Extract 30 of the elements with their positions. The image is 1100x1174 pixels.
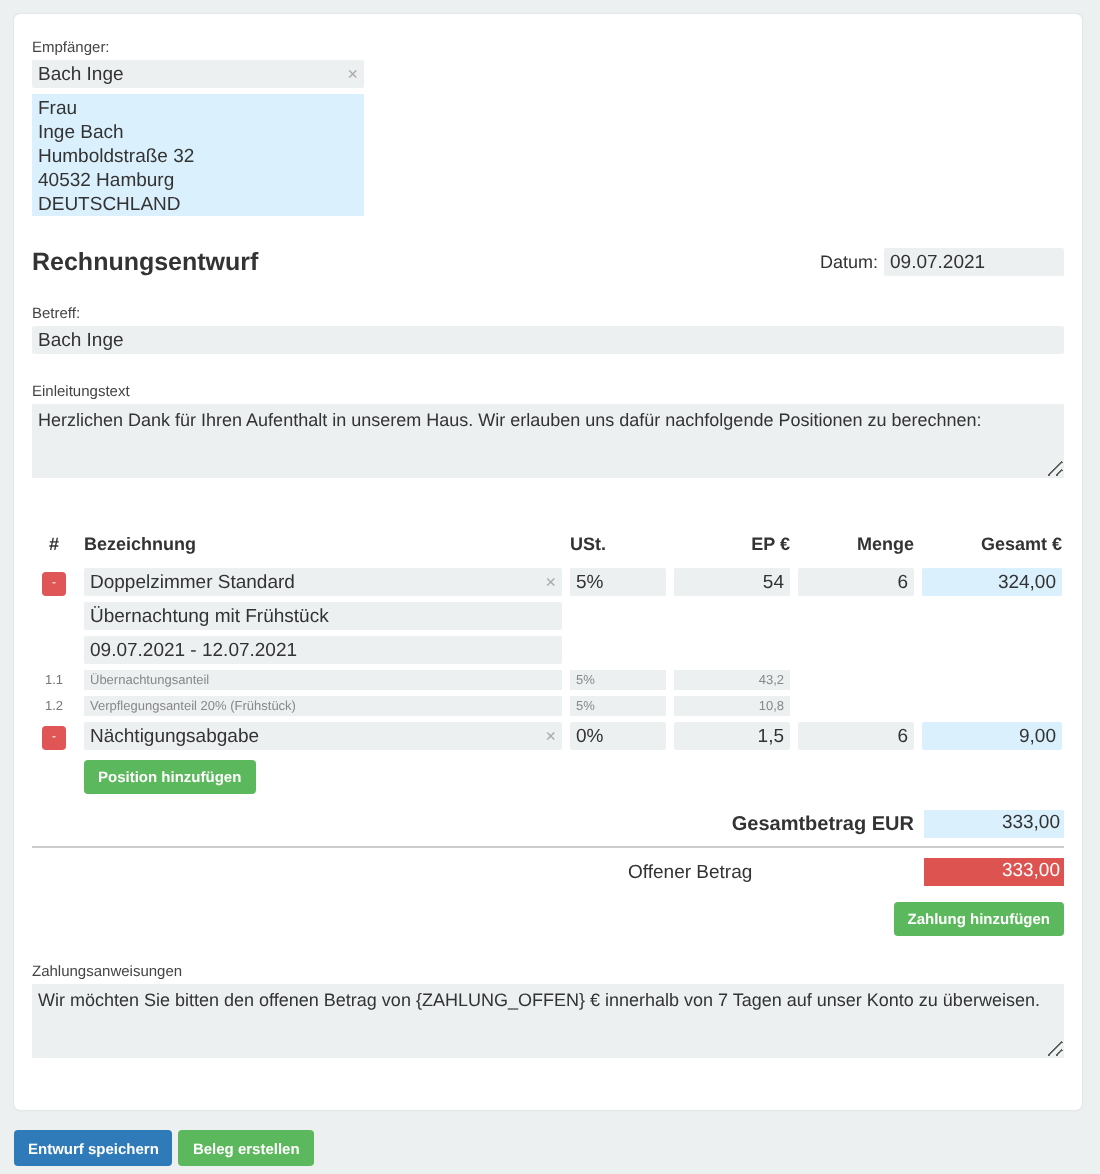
payment-textarea[interactable]: Wir möchten Sie bitten den offenen Betrag von {ZAHLUNG_OFFEN} € innerhalb von 7 Tagen auf unser Konto zu überweisen. <box>32 984 1064 1058</box>
total-label: Gesamtbetrag EUR <box>731 813 914 835</box>
column-header: Menge <box>854 534 914 554</box>
description-field[interactable]: 09.07.2021 - 12.07.2021 <box>84 636 562 664</box>
item-select[interactable]: Nächtigungsabgabe × <box>84 722 562 750</box>
description-field[interactable]: Übernachtung mit Frühstück <box>84 602 562 630</box>
item-select[interactable]: Doppelzimmer Standard × <box>84 568 562 596</box>
recipient-select[interactable]: Bach Inge × <box>32 60 364 88</box>
open-amount-label: Offener Betrag <box>628 861 755 883</box>
price-field[interactable]: 1,5 <box>674 722 790 750</box>
address-box: Frau Inge Bach Humboldstraße 32 40532 Hamburg DEUTSCHLAND <box>32 94 364 216</box>
quantity-field[interactable]: 6 <box>798 722 914 750</box>
quantity-field[interactable]: 6 <box>798 568 914 596</box>
line-total: 9,00 <box>922 722 1062 750</box>
vat-field[interactable]: 0% <box>570 722 666 750</box>
price-field[interactable]: 54 <box>674 568 790 596</box>
vat-field[interactable]: 5% <box>570 568 666 596</box>
column-header: Gesamt € <box>978 534 1062 554</box>
column-header: EP € <box>749 534 790 554</box>
subject-field[interactable]: Bach Inge <box>32 326 1064 354</box>
column-header: # <box>46 534 61 554</box>
column-header: USt. <box>570 534 608 554</box>
open-amount: 333,00 <box>924 858 1064 886</box>
total-amount: 333,00 <box>924 810 1064 838</box>
date-field[interactable]: 09.07.2021 <box>884 248 1064 276</box>
date-label: Datum: <box>819 252 878 272</box>
section-heading: Rechnungsentwurf <box>32 248 259 276</box>
intro-textarea[interactable]: Herzlichen Dank für Ihren Aufenthalt in unserem Haus. Wir erlauben uns dafür nachfolgende Positionen zu berechnen: <box>32 404 1064 478</box>
line-total: 324,00 <box>922 568 1062 596</box>
column-header: Bezeichnung <box>84 534 199 554</box>
